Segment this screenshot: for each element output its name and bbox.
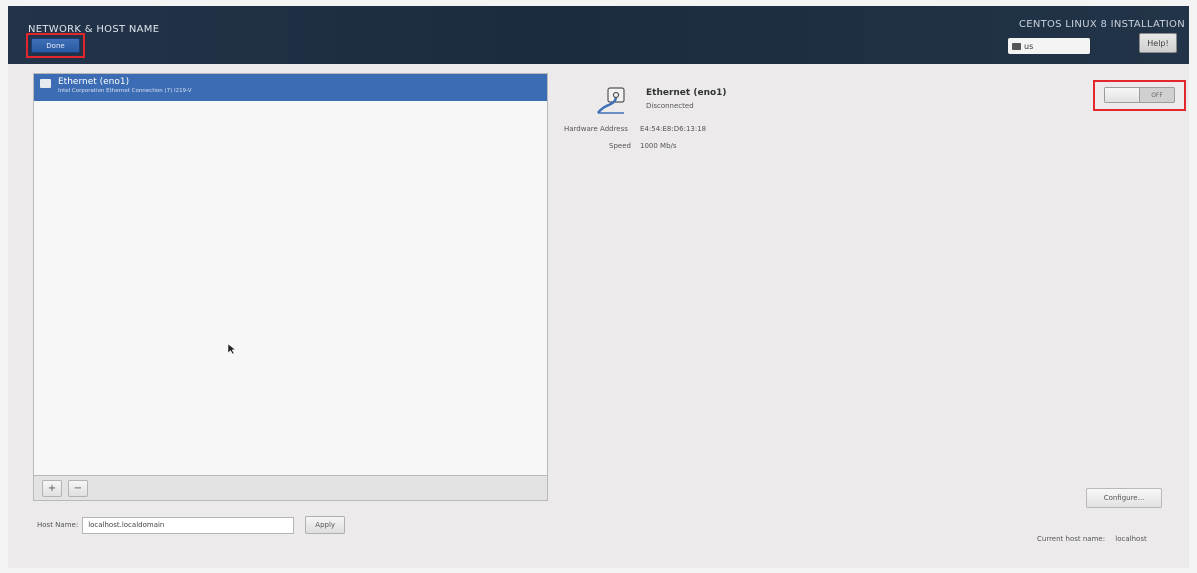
keyboard-layout-indicator[interactable]: us: [1008, 38, 1090, 54]
configure-button[interactable]: Configure...: [1086, 488, 1162, 508]
device-detail-title: Ethernet (eno1): [646, 88, 727, 98]
content-area: Ethernet (eno1) Intel Corporation Ethern…: [8, 64, 1189, 568]
current-host-name: Current host name: localhost: [1037, 535, 1147, 543]
device-list-item[interactable]: Ethernet (eno1) Intel Corporation Ethern…: [34, 74, 547, 101]
help-button[interactable]: Help!: [1139, 33, 1177, 53]
hostname-label: Host Name:: [37, 521, 79, 529]
network-wired-icon: [40, 79, 51, 88]
installer-window: NETWORK & HOST NAME Done CENTOS LINUX 8 …: [8, 6, 1189, 568]
current-host-label: Current host name:: [1037, 535, 1106, 543]
remove-device-button[interactable]: −: [68, 479, 88, 497]
add-device-button[interactable]: +: [42, 479, 62, 497]
hardware-address-label: Hardware Address: [564, 125, 628, 133]
mouse-pointer-icon: [227, 343, 237, 355]
keyboard-layout-label: us: [1024, 41, 1034, 51]
header-bar: NETWORK & HOST NAME Done CENTOS LINUX 8 …: [8, 6, 1189, 64]
device-list: Ethernet (eno1) Intel Corporation Ethern…: [33, 73, 548, 501]
hostname-row: Host Name: Apply: [37, 516, 346, 534]
connection-toggle[interactable]: OFF: [1104, 87, 1175, 103]
done-button[interactable]: Done: [31, 38, 80, 53]
toggle-state-label: OFF: [1151, 91, 1163, 99]
network-wired-icon: [596, 87, 625, 114]
device-list-toolbar: + −: [33, 475, 548, 501]
device-description: Intel Corporation Ethernet Connection (7…: [58, 88, 192, 94]
hardware-address-value: E4:54:E8:D6:13:18: [640, 125, 707, 133]
speed-label: Speed: [609, 142, 631, 150]
current-host-value: localhost: [1115, 535, 1147, 543]
toggle-knob[interactable]: [1105, 88, 1140, 102]
install-title: CENTOS LINUX 8 INSTALLATION: [1018, 19, 1185, 30]
device-status: Disconnected: [646, 102, 694, 110]
toggle-highlight: OFF: [1093, 80, 1186, 111]
apply-button[interactable]: Apply: [305, 516, 346, 534]
done-highlight: Done: [26, 33, 85, 58]
device-name: Ethernet (eno1): [58, 77, 130, 87]
hostname-input[interactable]: [82, 516, 295, 534]
keyboard-icon: [1012, 42, 1021, 50]
speed-value: 1000 Mb/s: [640, 142, 677, 150]
